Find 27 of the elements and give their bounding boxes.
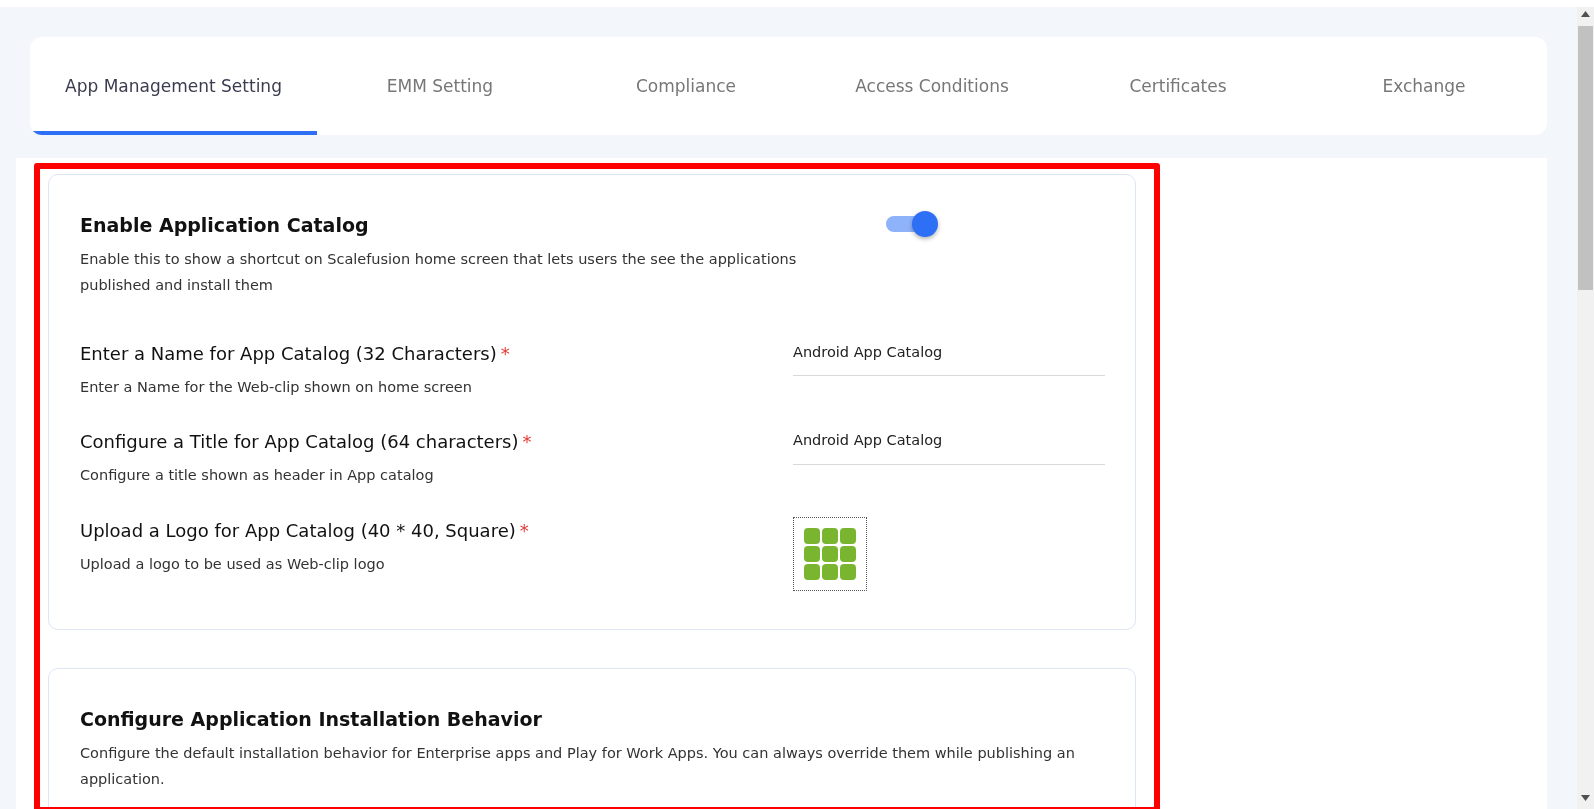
required-mark: * [519, 520, 529, 541]
scroll-up-icon[interactable] [1581, 11, 1590, 17]
required-mark: * [500, 342, 510, 364]
scrollbar[interactable] [1577, 7, 1594, 809]
logo-upload[interactable] [793, 517, 867, 591]
tab[interactable]: App Management Setting [30, 37, 317, 135]
field-hint: Enter a Name for the Web-clip shown on home screen [80, 377, 473, 397]
scroll-down-icon[interactable] [1581, 795, 1590, 801]
section-description: Enable this to show a shortcut on Scalefusion home screen that lets users the see the applications published and install them [80, 249, 798, 295]
section-title: Configure Application Installation Behavior [80, 707, 543, 732]
input-field[interactable]: Android App Catalog [793, 430, 1105, 465]
tab[interactable]: Compliance [563, 37, 809, 135]
required-mark: * [522, 431, 532, 453]
section-description: Configure the default installation behavior for Enterprise apps and Play for Work Apps. You can always override them while publishing an application. [80, 743, 1076, 789]
input-field[interactable]: Android App Catalog [793, 341, 1105, 377]
label-text: Configure a Title for App Catalog (64 characters) [80, 431, 519, 453]
tab[interactable]: Exchange [1301, 37, 1547, 135]
toggle-switch[interactable] [886, 211, 940, 237]
tab[interactable]: EMM Setting [317, 37, 563, 135]
section-title: Enable Application Catalog [80, 213, 370, 238]
label-text: Upload a Logo for App Catalog (40 * 40, Square) [80, 520, 516, 541]
tab[interactable]: Certificates [1055, 37, 1301, 135]
app-grid-icon [804, 528, 856, 580]
field-hint: Configure a title shown as header in App catalog [80, 466, 435, 486]
field-hint: Upload a logo to be used as Web-clip logo [80, 555, 386, 574]
tab[interactable]: Access Conditions [809, 37, 1055, 135]
label-text: Enter a Name for App Catalog (32 Characters) [80, 342, 497, 364]
